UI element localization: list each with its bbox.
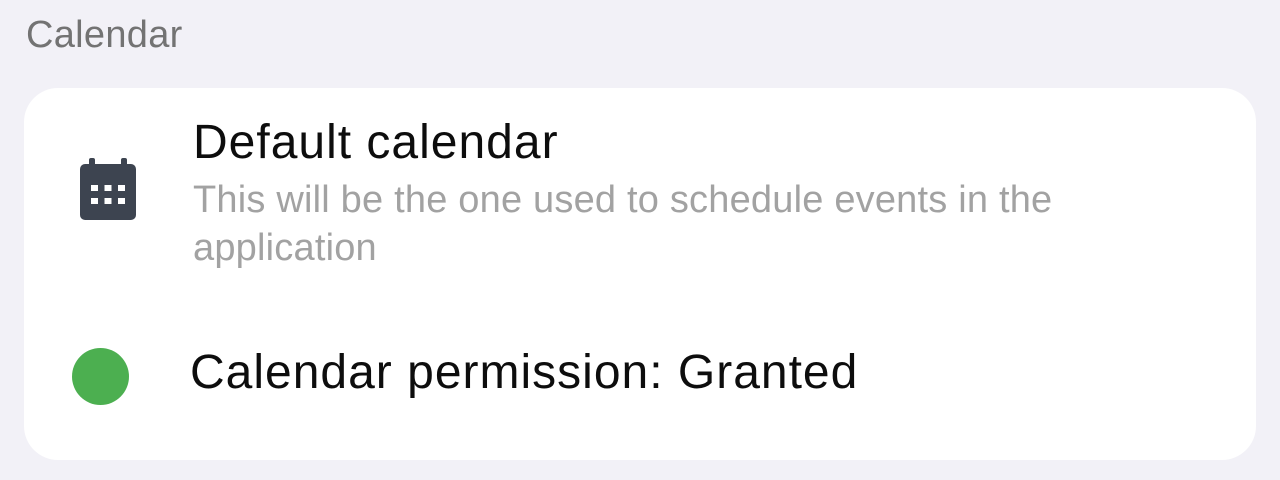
calendar-icon <box>80 158 136 220</box>
section-header: Calendar <box>26 14 183 56</box>
calendar-settings-card: Default calendar This will be the one us… <box>24 88 1256 460</box>
default-calendar-description: This will be the one used to schedule ev… <box>193 179 1053 269</box>
default-calendar-title: Default calendar <box>193 116 559 169</box>
default-calendar-setting[interactable]: Default calendar This will be the one us… <box>24 108 1256 298</box>
permission-status-label: Calendar permission: Granted <box>190 346 859 399</box>
calendar-permission-status: Calendar permission: Granted <box>24 318 1256 438</box>
permission-status-indicator <box>72 348 129 405</box>
